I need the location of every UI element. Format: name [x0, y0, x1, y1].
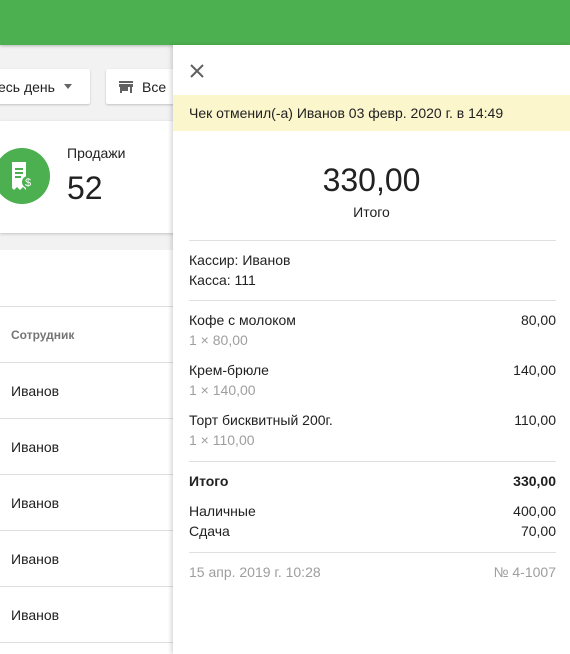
dropdown-caret-icon — [63, 84, 72, 89]
item-qty-row: 1 × 80,00 — [189, 330, 556, 350]
cash-label: Наличные — [189, 503, 256, 519]
receipt-total-amount: 330,00 — [322, 162, 421, 198]
item-qty-row: 1 × 140,00 — [189, 380, 556, 400]
divider — [189, 461, 556, 462]
item-qty: 1 × 110,00 — [189, 432, 255, 448]
store-filter-label: Все — [142, 78, 167, 95]
summary-total-value: 330,00 — [513, 473, 556, 489]
item-qty: 1 × 140,00 — [189, 382, 256, 398]
change-row: Сдача 70,00 — [189, 521, 556, 541]
sales-value: 52 — [67, 170, 103, 206]
sales-label: Продажи — [67, 145, 126, 161]
cash-value: 400,00 — [513, 503, 556, 519]
receipt-panel: Чек отменил(-а) Иванов 03 февр. 2020 г. … — [173, 45, 570, 654]
item-row: Торт бисквитный 200г. 110,00 — [189, 410, 556, 430]
register: Касса: 111 — [189, 272, 256, 288]
item-qty: 1 × 80,00 — [189, 332, 248, 348]
sales-card: $ Продажи 52 — [0, 121, 175, 233]
store-icon — [119, 80, 133, 93]
divider — [189, 300, 556, 301]
cashier: Кассир: Иванов — [189, 252, 291, 268]
item-name: Кофе с молоком — [189, 312, 296, 328]
receipt-date: 15 апр. 2019 г. 10:28 — [189, 564, 321, 580]
summary-total-row: Итого 330,00 — [189, 471, 556, 491]
summary-total-label: Итого — [189, 473, 229, 489]
cancel-banner: Чек отменил(-а) Иванов 03 февр. 2020 г. … — [173, 95, 570, 131]
period-filter-label: есь день — [0, 78, 55, 95]
table-header-employee[interactable]: Сотрудник — [0, 306, 175, 362]
table-row[interactable]: Иванов — [0, 474, 175, 530]
item-amount: 110,00 — [514, 412, 556, 428]
divider — [189, 240, 556, 241]
svg-text:$: $ — [25, 177, 31, 189]
receipt-total-label: Итого — [353, 204, 390, 220]
item-name: Крем-брюле — [189, 362, 269, 378]
close-icon[interactable] — [189, 63, 205, 79]
register-line: Касса: 111 — [189, 270, 556, 290]
table-row[interactable]: Иванов — [0, 362, 175, 418]
cash-row: Наличные 400,00 — [189, 501, 556, 521]
table-row-partial — [0, 642, 175, 654]
employee-table: Сотрудник Иванов Иванов Иванов Иванов Ив… — [0, 250, 175, 654]
divider — [189, 552, 556, 553]
top-app-bar — [0, 0, 570, 45]
receipt-footer: 15 апр. 2019 г. 10:28 № 4-1007 — [189, 562, 556, 582]
receipt-number: № 4-1007 — [493, 564, 556, 580]
period-filter[interactable]: есь день — [0, 69, 90, 104]
item-name: Торт бисквитный 200г. — [189, 412, 333, 428]
item-amount: 80,00 — [520, 312, 556, 328]
item-amount: 140,00 — [513, 362, 556, 378]
table-row[interactable]: Иванов — [0, 530, 175, 586]
table-row[interactable]: Иванов — [0, 586, 175, 642]
change-value: 70,00 — [520, 523, 556, 539]
receipt-dollar-icon: $ — [0, 148, 50, 204]
item-row: Крем-брюле 140,00 — [189, 360, 556, 380]
item-row: Кофе с молоком 80,00 — [189, 310, 556, 330]
change-label: Сдача — [189, 523, 230, 539]
table-row[interactable]: Иванов — [0, 418, 175, 474]
item-qty-row: 1 × 110,00 — [189, 430, 556, 450]
cashier-line: Кассир: Иванов — [189, 250, 556, 270]
